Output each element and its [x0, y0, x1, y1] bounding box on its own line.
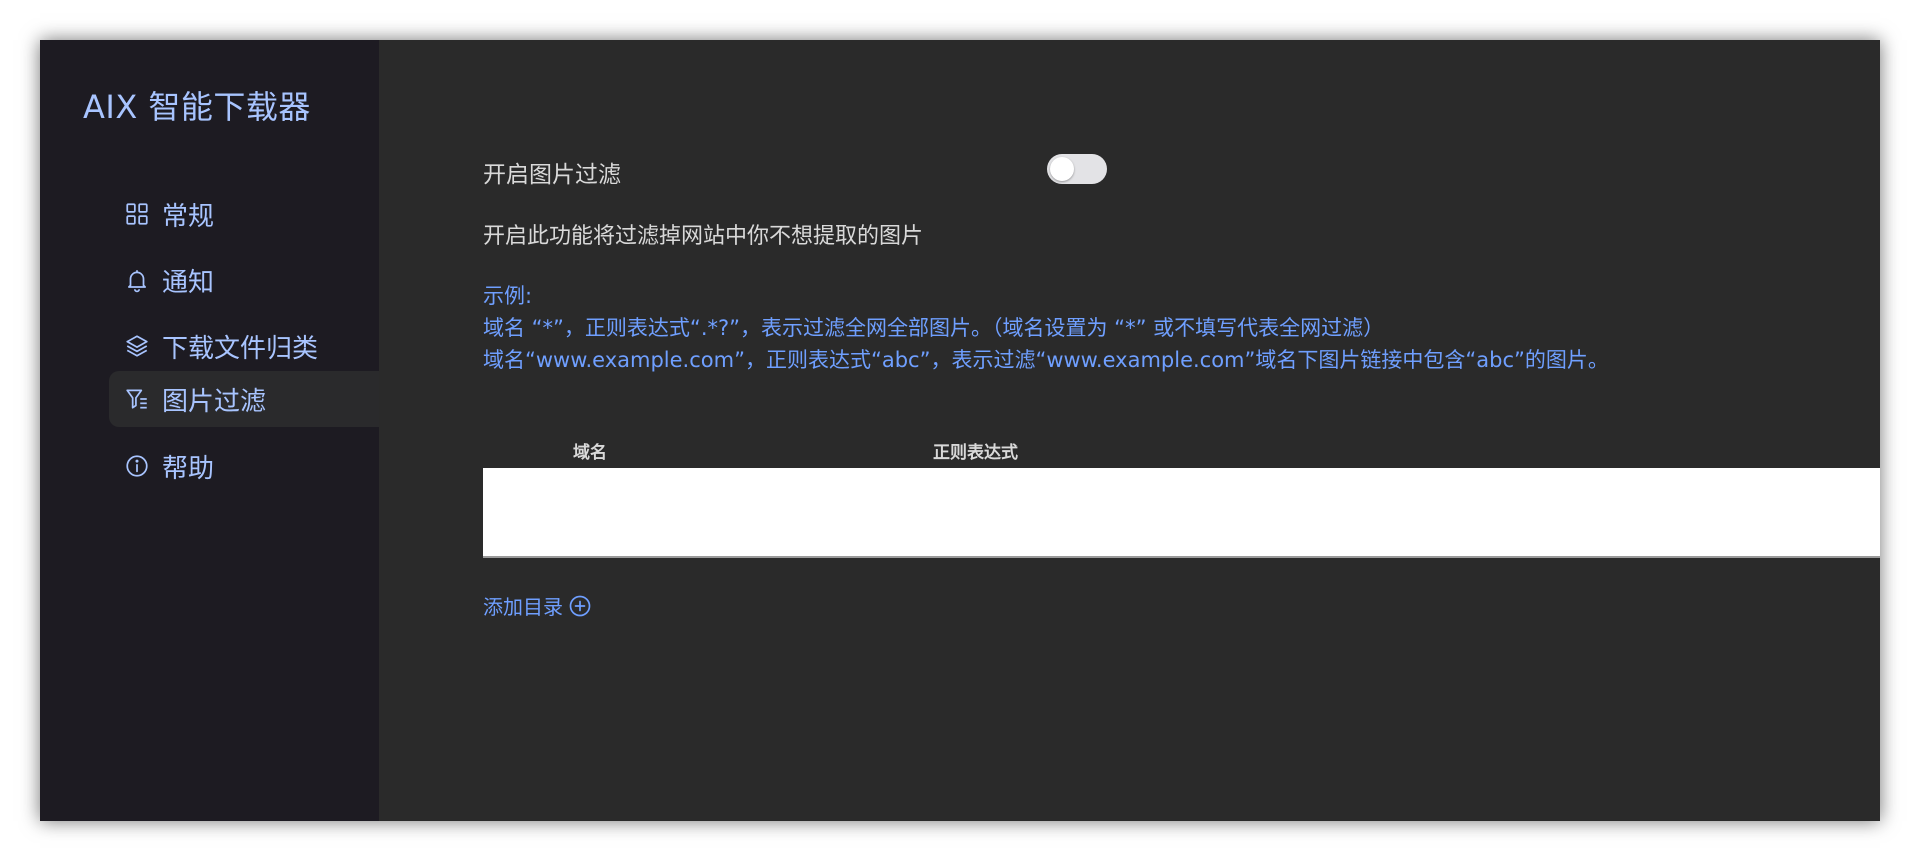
grid-icon [122, 199, 152, 229]
sidebar-item-general[interactable]: 常规 [109, 186, 379, 242]
sidebar-item-help[interactable]: 帮助 [109, 438, 379, 494]
filter-table-body[interactable] [483, 468, 1880, 558]
sidebar-item-label: 通知 [162, 267, 215, 298]
sidebar-item-label: 图片过滤 [162, 386, 267, 417]
toggle-knob [1050, 157, 1074, 181]
example-line-2: 域名“www.example.com”，正则表达式“abc”，表示过滤“www.… [483, 348, 1609, 372]
example-title: 示例: [483, 284, 533, 308]
column-header-regex: 正则表达式 [933, 443, 1018, 463]
info-icon [122, 451, 152, 481]
layers-icon [122, 331, 152, 361]
image-filter-toggle-label: 开启图片过滤 [483, 162, 621, 188]
app-title: AIX 智能下载器 [83, 88, 311, 126]
sidebar-item-file-categories[interactable]: 下载文件归类 [109, 318, 379, 374]
sidebar-item-label: 帮助 [162, 453, 215, 484]
add-directory-button[interactable]: 添加目录 [483, 591, 592, 620]
bell-icon [122, 265, 152, 295]
feature-description: 开启此功能将过滤掉网站中你不想提取的图片 [483, 224, 924, 249]
filter-icon [122, 384, 152, 414]
sidebar-item-label: 下载文件归类 [162, 333, 319, 364]
sidebar-item-notifications[interactable]: 通知 [109, 252, 379, 308]
image-filter-toggle[interactable] [1047, 154, 1107, 184]
sidebar: AIX 智能下载器 常规 通知 下载文件归类 图片过滤 帮助 [40, 40, 379, 821]
example-line-1: 域名 “*”，正则表达式“.*?”，表示过滤全网全部图片。（域名设置为 “*” … [483, 316, 1385, 340]
sidebar-item-label: 常规 [162, 201, 215, 232]
filter-table-header: 域名 正则表达式 [483, 436, 1880, 466]
example-text: 示例: 域名 “*”，正则表达式“.*?”，表示过滤全网全部图片。（域名设置为 … [483, 280, 1609, 376]
sidebar-item-image-filter[interactable]: 图片过滤 [109, 371, 379, 427]
column-header-domain: 域名 [573, 443, 607, 463]
app-window: AIX 智能下载器 常规 通知 下载文件归类 图片过滤 帮助 开启图片过滤 开启… [40, 40, 1880, 821]
plus-circle-icon [568, 594, 592, 618]
add-directory-label: 添加目录 [483, 595, 563, 619]
main-panel: 开启图片过滤 开启此功能将过滤掉网站中你不想提取的图片 示例: 域名 “*”，正… [379, 40, 1880, 821]
